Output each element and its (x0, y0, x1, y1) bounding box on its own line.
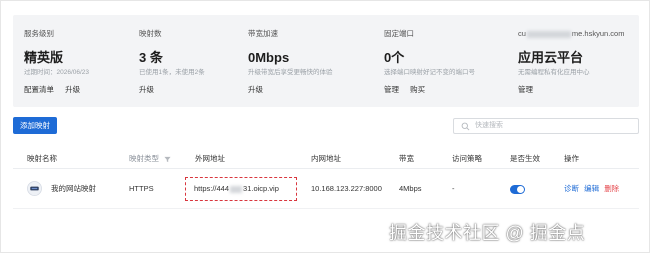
mapping-name[interactable]: 我的网站映射 (51, 169, 96, 209)
fixed-port-note: 选择端口映射好记不变的端口号 (384, 69, 475, 76)
filter-icon[interactable] (164, 156, 171, 163)
table-header: 映射名称 映射类型 外网地址 内网地址 带宽 访问策略 是否生效 操作 (13, 149, 639, 169)
page-frame: 服务级别 精英版 过期时间：2026/06/23 配置清单 升级 映射数 3 条… (0, 0, 650, 253)
search-input[interactable]: 快速搜索 (453, 118, 639, 134)
col-external: 外网地址 (195, 154, 225, 163)
search-icon (461, 122, 470, 131)
col-name: 映射名称 (27, 154, 57, 163)
col-policy: 访问策略 (452, 154, 482, 163)
expiry-note: 过期时间：2026/06/23 (24, 69, 90, 76)
account-card: cu me.hskyun.com 应用云平台 无需编程私有化应用中心 管理 (518, 29, 624, 95)
address-redaction (230, 185, 243, 193)
service-level-card: 服务级别 精英版 过期时间：2026/06/23 配置清单 升级 (24, 29, 89, 95)
mapping-app-icon (27, 181, 42, 196)
toggle-knob (517, 186, 524, 193)
port-manage-link[interactable]: 管理 (384, 85, 399, 94)
port-buy-link[interactable]: 购买 (410, 85, 425, 94)
bandwidth-value: 0Mbps (248, 50, 290, 65)
bandwidth-note: 升级带宽后享受更畅快的体验 (248, 69, 333, 76)
enabled-toggle[interactable] (510, 185, 525, 194)
diagnose-link[interactable]: 诊断 (564, 184, 579, 193)
mapping-count-card: 映射数 3 条 已使用1条，未使用2条 升级 (139, 29, 205, 95)
service-upgrade-link[interactable]: 升级 (65, 85, 80, 94)
col-enabled: 是否生效 (510, 154, 540, 163)
col-type[interactable]: 映射类型 (129, 149, 171, 169)
account-manage-link[interactable]: 管理 (518, 85, 533, 94)
watermark: 掘金技术社区 @ 掘金点 (389, 223, 586, 243)
internal-address: 10.168.123.227:8000 (311, 184, 382, 193)
access-policy: - (452, 184, 455, 193)
fixed-port-card: 固定端口 0个 选择端口映射好记不变的端口号 管理 购买 (384, 29, 475, 95)
app-cloud-title: 应用云平台 (518, 50, 584, 65)
fixed-port-value: 0个 (384, 50, 405, 65)
app-cloud-note: 无需编程私有化应用中心 (518, 69, 590, 76)
bandwidth-card: 带宽加速 0Mbps 升级带宽后享受更畅快的体验 升级 (248, 29, 333, 95)
bandwidth-upgrade-link[interactable]: 升级 (248, 85, 263, 94)
service-level-label: 服务级别 (24, 29, 54, 38)
mapping-type: HTTPS (129, 184, 154, 193)
row-bandwidth: 4Mbps (399, 184, 422, 193)
add-mapping-button[interactable]: 添加映射 (13, 117, 57, 134)
summary-panel: 服务级别 精英版 过期时间：2026/06/23 配置清单 升级 映射数 3 条… (13, 15, 639, 107)
search-placeholder: 快速搜索 (475, 122, 503, 129)
account-email: cu me.hskyun.com (518, 29, 625, 38)
mapping-usage-note: 已使用1条，未使用2条 (139, 69, 205, 76)
mapping-count-value: 3 条 (139, 50, 163, 65)
row-actions: 诊断 编辑 删除 (564, 169, 622, 209)
config-list-link[interactable]: 配置清单 (24, 85, 54, 94)
delete-link[interactable]: 删除 (604, 184, 619, 193)
external-address[interactable]: https://444 31.oicp.vip (194, 169, 279, 209)
mapping-count-label: 映射数 (139, 29, 162, 38)
table-row: 我的网站映射 HTTPS https://444 31.oicp.vip 10.1… (13, 169, 639, 209)
mapping-upgrade-link[interactable]: 升级 (139, 85, 154, 94)
email-redaction (526, 30, 571, 38)
service-level-value: 精英版 (24, 50, 64, 65)
col-ops: 操作 (564, 154, 579, 163)
col-internal: 内网地址 (311, 154, 341, 163)
col-bandwidth: 带宽 (399, 154, 414, 163)
fixed-port-label: 固定端口 (384, 29, 414, 38)
edit-link[interactable]: 编辑 (584, 184, 599, 193)
bandwidth-label: 带宽加速 (248, 29, 278, 38)
